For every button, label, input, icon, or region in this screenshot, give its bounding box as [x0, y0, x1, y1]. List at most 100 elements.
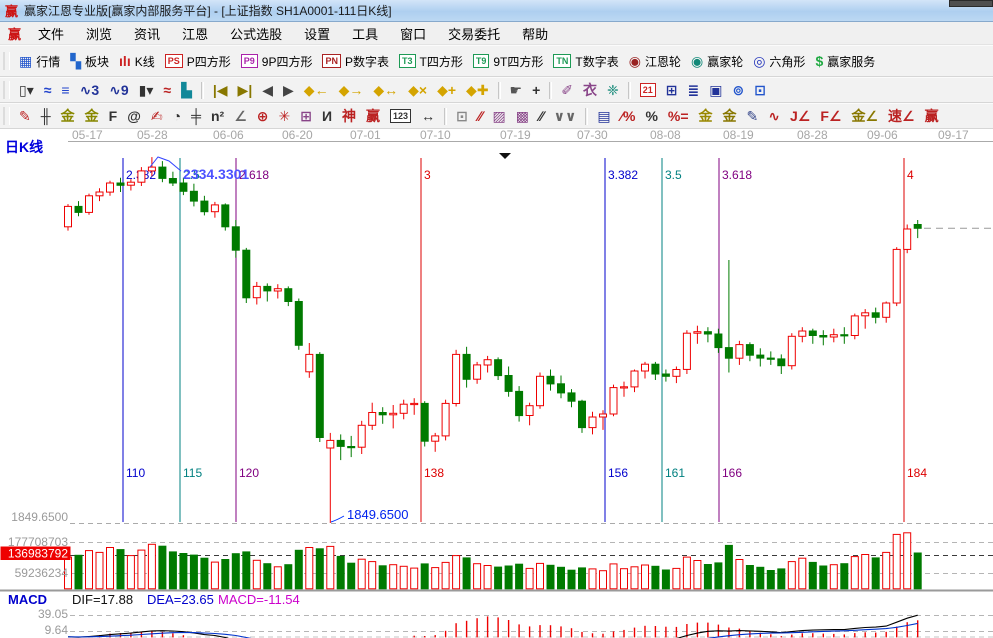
- main-chart[interactable]: 05-1705-2806-0606-2007-0107-1007-1907-30…: [0, 129, 993, 638]
- gann-ruler-button[interactable]: ╫: [36, 107, 56, 125]
- first-page-button[interactable]: |◀: [208, 81, 233, 99]
- gann-wheel-button[interactable]: ◉江恩轮: [624, 52, 686, 71]
- menu-item-0[interactable]: 文件: [27, 22, 75, 45]
- gold-ruler-2-button[interactable]: 金: [80, 107, 104, 125]
- skin-button[interactable]: 衣: [578, 81, 602, 99]
- grid-123-button[interactable]: 123: [385, 108, 416, 124]
- last-page-button[interactable]: ▶|: [233, 81, 258, 99]
- zigzag-button[interactable]: ∨∨: [549, 107, 582, 125]
- p-number-button[interactable]: PNP数字表: [317, 52, 394, 71]
- annotate-pen-button[interactable]: ✎: [14, 107, 36, 125]
- candle-body: [652, 364, 659, 374]
- gold-angle-button[interactable]: 金∠: [846, 107, 883, 125]
- menu-item-5[interactable]: 设置: [293, 22, 341, 45]
- ying-grid-button[interactable]: 赢: [361, 107, 385, 125]
- j-line-button[interactable]: J∠: [785, 107, 815, 125]
- volume-bar: [704, 565, 711, 589]
- winner-wheel-button[interactable]: ◉赢家轮: [686, 52, 748, 71]
- menu-item-2[interactable]: 资讯: [123, 22, 171, 45]
- gold-level-button[interactable]: 金: [718, 107, 742, 125]
- notes-button[interactable]: ≣: [683, 81, 705, 99]
- macd-indicator-label: MACD: [8, 592, 47, 607]
- tick-ruler-button[interactable]: ╪: [186, 107, 206, 125]
- wave-9-button[interactable]: ∿9: [104, 81, 134, 99]
- f-line-button[interactable]: F∠: [815, 107, 846, 125]
- angle-icon: ∠: [234, 108, 247, 124]
- menu-item-4[interactable]: 公式选股: [219, 22, 293, 45]
- zoom-plus-button[interactable]: ◆+: [432, 81, 461, 99]
- menu-item-1[interactable]: 浏览: [75, 22, 123, 45]
- bar-width-button[interactable]: ↔: [416, 107, 440, 125]
- mark-pen-button[interactable]: ✍: [146, 107, 168, 125]
- menu-item-9[interactable]: 帮助: [511, 22, 559, 45]
- spiral-button[interactable]: @: [122, 107, 146, 125]
- sketch-button[interactable]: ≈: [158, 81, 176, 99]
- trend-lines-button[interactable]: ∕∕: [534, 107, 549, 125]
- t-number-button[interactable]: TNT数字表: [548, 52, 623, 71]
- calendar-21-button[interactable]: 21: [635, 82, 661, 98]
- volume-bar: [830, 565, 837, 589]
- percent-retrace-button[interactable]: ∕%: [616, 107, 641, 125]
- wave-9-icon: ∿9: [109, 82, 129, 98]
- star-grid-button[interactable]: ✳: [274, 107, 296, 125]
- menu-item-8[interactable]: 交易委托: [437, 22, 511, 45]
- n-square-button[interactable]: n²: [206, 107, 229, 125]
- grow-x-button[interactable]: ◆→: [334, 81, 369, 99]
- stat-panel-button[interactable]: ▤: [592, 107, 615, 125]
- t-square-button[interactable]: T3T四方形: [394, 52, 468, 71]
- save-button[interactable]: ▣: [704, 81, 727, 99]
- expand-x-button[interactable]: ◆↔: [368, 81, 403, 99]
- gold-ruler-1-button[interactable]: 金: [56, 107, 80, 125]
- percent-level-button[interactable]: %=: [663, 107, 694, 125]
- wave-tool-button[interactable]: ∿: [763, 107, 785, 125]
- target-button[interactable]: ⊕: [252, 107, 274, 125]
- t9-square-button[interactable]: T99T四方形: [468, 52, 549, 71]
- overlay-draw-button[interactable]: ≈: [39, 81, 57, 99]
- shen-tool-button[interactable]: 神: [337, 107, 361, 125]
- angle-button[interactable]: ∠: [229, 107, 252, 125]
- crosshair-button[interactable]: +: [527, 81, 545, 99]
- gold-circle-button[interactable]: 金: [694, 107, 718, 125]
- hand-tool-button[interactable]: ☛: [505, 81, 528, 99]
- candle-style-button[interactable]: ▮▾: [134, 81, 159, 99]
- compress-x-button[interactable]: ◆×: [403, 81, 432, 99]
- trend-pen-button[interactable]: ✐: [556, 81, 578, 99]
- grid-box-button[interactable]: ⊞: [295, 107, 317, 125]
- time-cycle-button[interactable]: ◔: [168, 107, 186, 125]
- percent-button[interactable]: %: [640, 107, 662, 125]
- kline-button[interactable]: ılıK线: [114, 52, 160, 71]
- menu-item-7[interactable]: 窗口: [389, 22, 437, 45]
- p9-square-button[interactable]: P99P四方形: [236, 52, 318, 71]
- remote-pc-button[interactable]: ⊡: [749, 81, 771, 99]
- quotes-button[interactable]: ▦行情: [14, 52, 65, 71]
- profile-chart-button[interactable]: ▙: [176, 81, 197, 99]
- price-pen-button[interactable]: ✎: [742, 107, 764, 125]
- calculator-button[interactable]: ⊞: [661, 81, 683, 99]
- menu-item-3[interactable]: 江恩: [171, 22, 219, 45]
- f-ruler-button[interactable]: F: [104, 107, 123, 125]
- ray-fan-button[interactable]: ∕∕: [473, 107, 488, 125]
- shrink-x-button[interactable]: ◆←: [299, 81, 334, 99]
- next-bar-button[interactable]: ▶: [278, 81, 299, 99]
- smart-button[interactable]: ❈: [602, 81, 624, 99]
- winner-service-button[interactable]: $赢家服务: [810, 52, 880, 71]
- ray-fan-icon: ∕∕: [478, 108, 483, 124]
- zoom-all-button[interactable]: ◆✚: [461, 81, 494, 99]
- menu-item-6[interactable]: 工具: [341, 22, 389, 45]
- ying-line-button[interactable]: 赢: [920, 107, 944, 125]
- period-dropdown-button[interactable]: ▯▾: [14, 81, 39, 99]
- wave-3-button[interactable]: ∿3: [75, 81, 105, 99]
- fan-box-button[interactable]: ▩: [511, 107, 534, 125]
- web-refresh-button[interactable]: ⊚: [727, 81, 749, 99]
- fractal-button[interactable]: И: [317, 107, 337, 125]
- gann-lines-layer: 2.3821102.51152.61812031383.3821563.5161…: [123, 158, 927, 522]
- hexagon-button[interactable]: ◎六角形: [748, 52, 810, 71]
- sectors-button[interactable]: ▚板块: [65, 52, 114, 71]
- volume-bar: [610, 564, 617, 589]
- speed-line-button[interactable]: 速∠: [883, 107, 920, 125]
- p-square-button[interactable]: PSP四方形: [160, 52, 236, 71]
- prev-bar-button[interactable]: ◀: [257, 81, 278, 99]
- fan-grid-button[interactable]: ▨: [488, 107, 511, 125]
- frame-tool-button[interactable]: ⊡: [451, 107, 473, 125]
- info-panel-button[interactable]: ≡: [56, 81, 74, 99]
